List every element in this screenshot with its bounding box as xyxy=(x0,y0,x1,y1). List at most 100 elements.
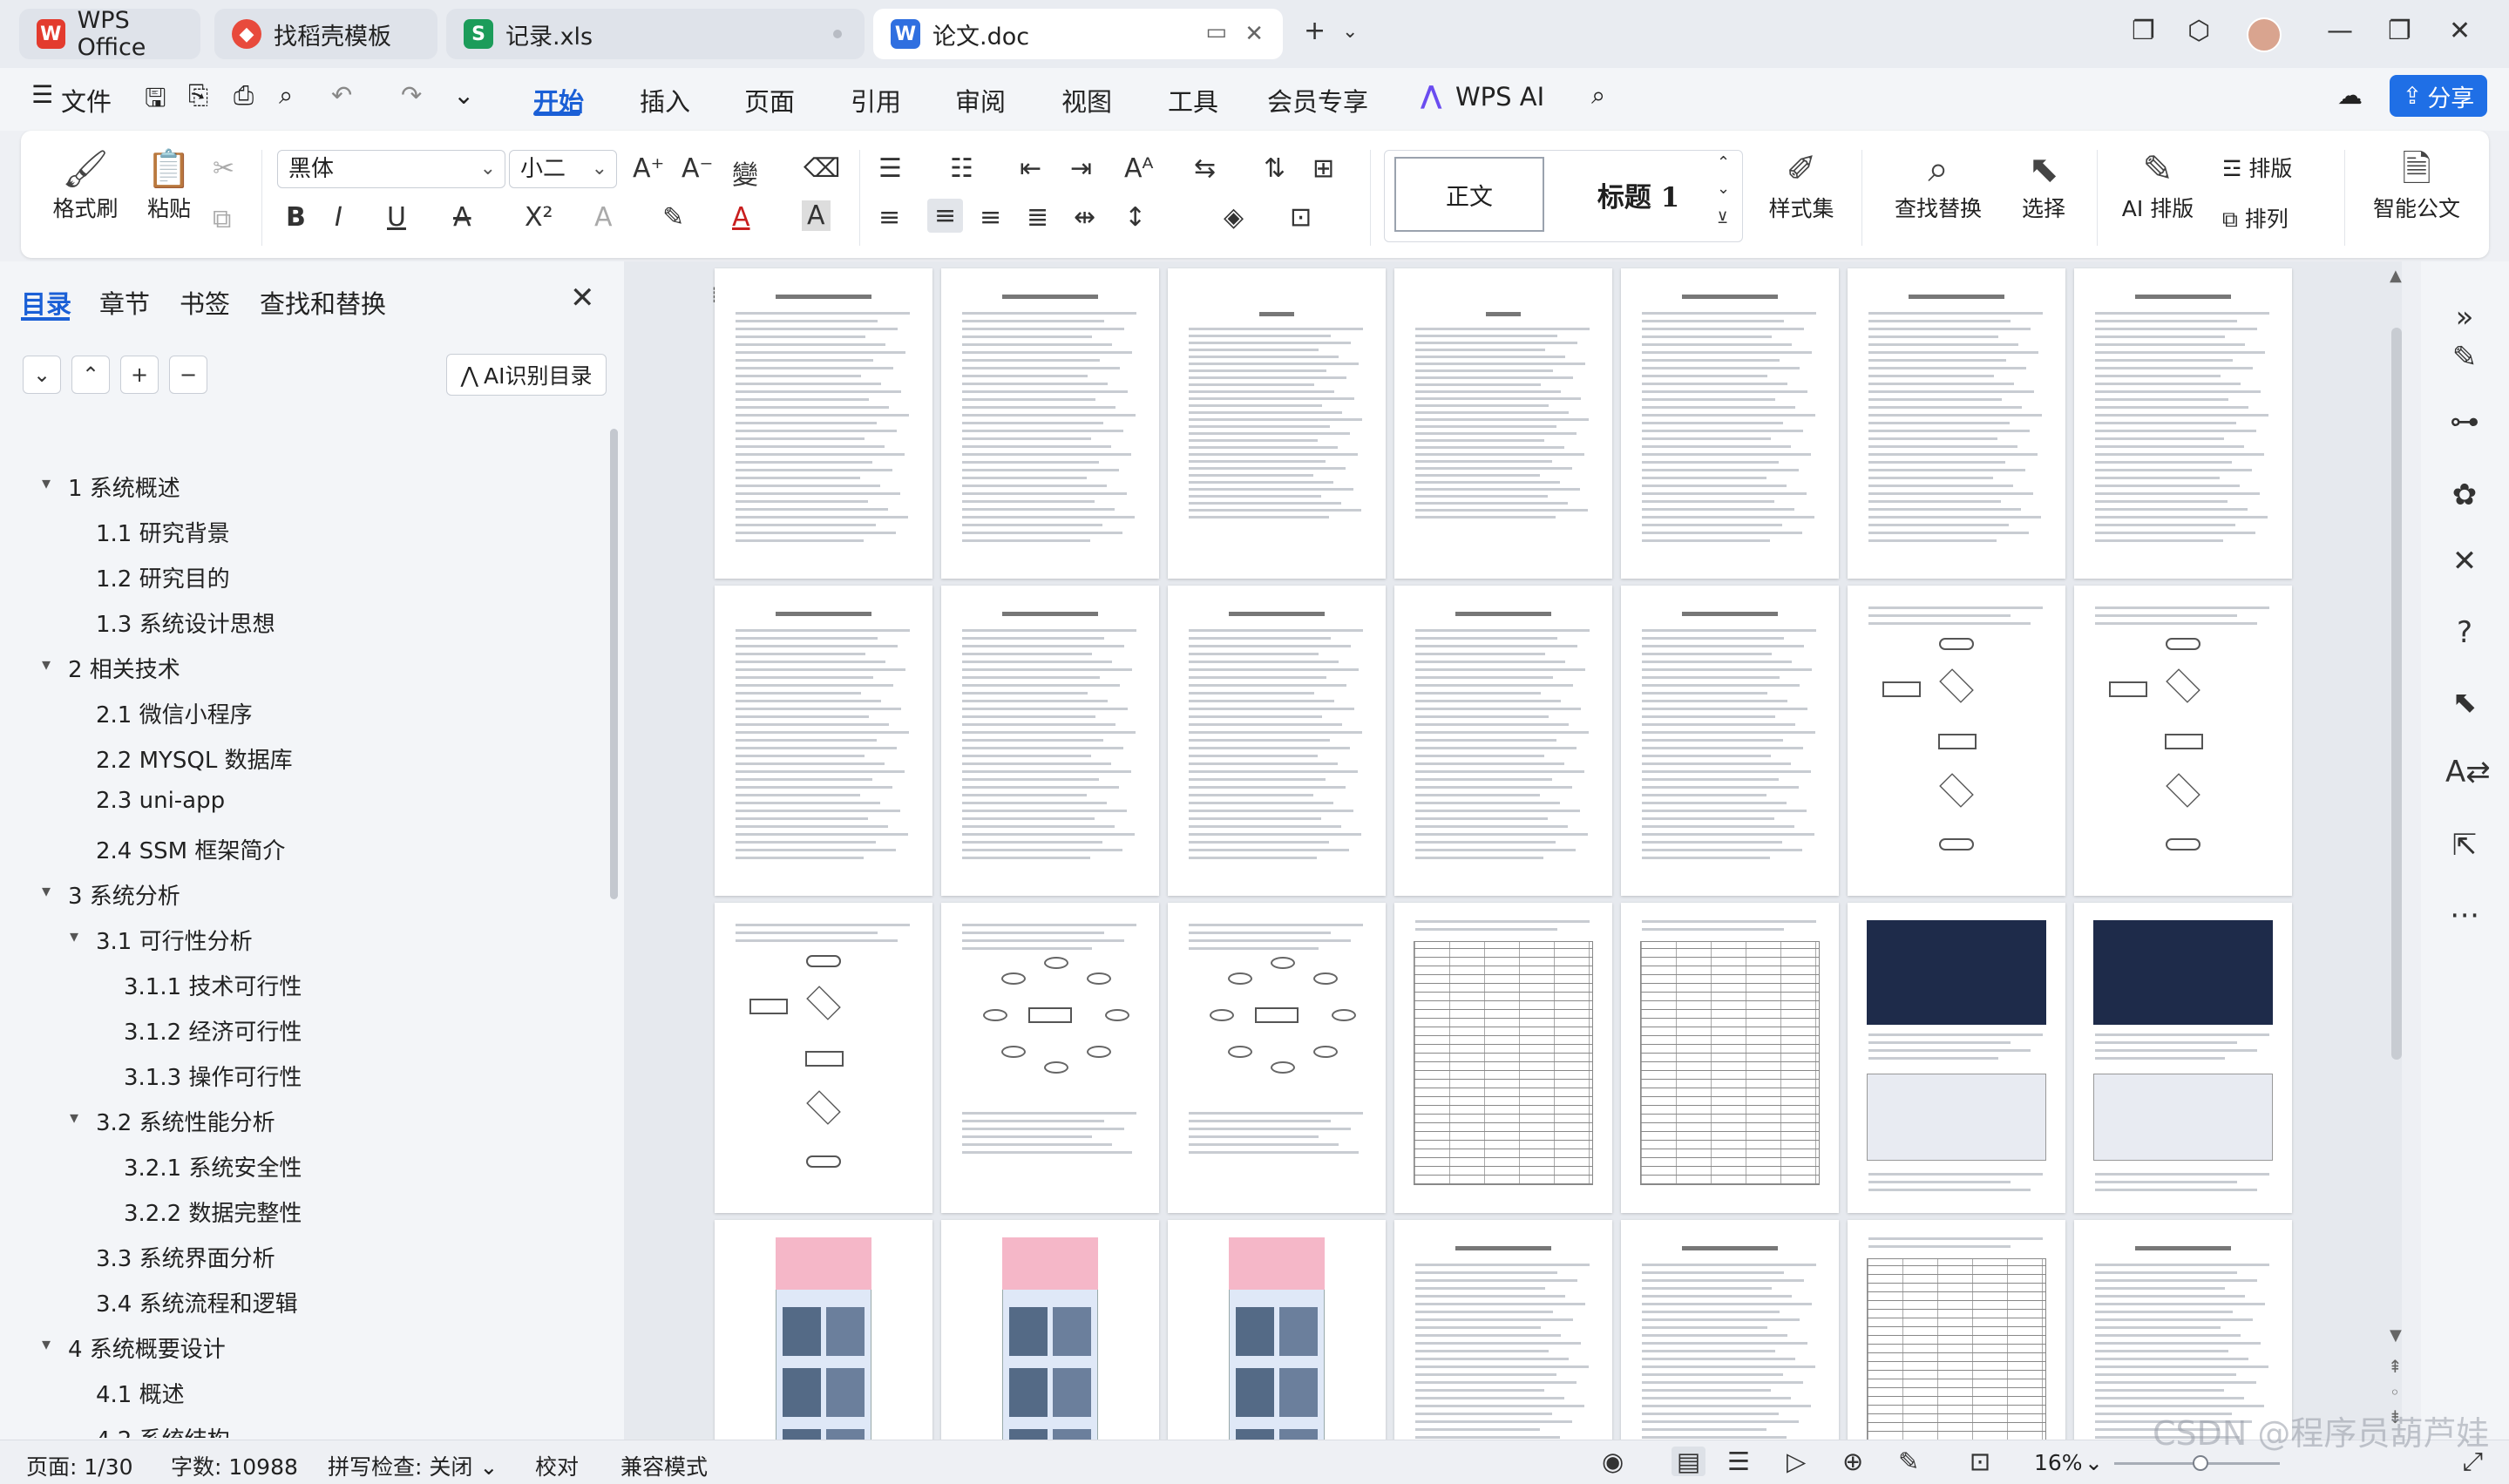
select-button[interactable]: ⬉ 选择 xyxy=(2004,146,2083,223)
page-thumbnail[interactable] xyxy=(1168,268,1386,579)
shrink-font-icon[interactable]: A⁻ xyxy=(681,153,713,184)
borders-icon[interactable]: ⊡ xyxy=(1290,202,1312,233)
toc-item[interactable]: 3.2.1 系统安全性 xyxy=(124,1150,302,1182)
text-direction-icon[interactable]: ⇆ xyxy=(1194,153,1216,184)
toc-item[interactable]: 2.4 SSM 框架简介 xyxy=(96,833,285,865)
page-thumbnail[interactable] xyxy=(715,903,932,1213)
chevron-down-icon[interactable]: ⌄ xyxy=(2085,1450,2103,1475)
close-pane-icon[interactable]: ✕ xyxy=(570,281,595,315)
ai-assistant-icon[interactable]: ✿ xyxy=(2445,478,2484,512)
nav-scrollbar[interactable] xyxy=(610,429,618,899)
menu-page[interactable]: 页面 xyxy=(744,82,795,119)
proofread-button[interactable]: 校对 xyxy=(535,1450,579,1481)
page-thumbnail[interactable] xyxy=(715,268,932,579)
page-thumbnail[interactable] xyxy=(2074,586,2292,896)
add-heading-button[interactable]: + xyxy=(120,356,159,394)
fit-page-icon[interactable]: ⊡ xyxy=(1970,1447,1990,1476)
gallery-up-icon[interactable]: ⌃ xyxy=(1717,153,1730,172)
toc-item[interactable]: 2.2 MYSQL 数据库 xyxy=(96,742,293,775)
print-preview-icon[interactable]: ⌕ xyxy=(279,80,293,111)
close-window-icon[interactable]: ✕ xyxy=(2449,16,2471,46)
page-thumbnail[interactable] xyxy=(1621,903,1839,1213)
collapse-all-button[interactable]: ⌄ xyxy=(23,356,61,394)
cube-icon[interactable]: ⬡ xyxy=(2187,16,2210,46)
sort-icon[interactable]: ⇅ xyxy=(1264,153,1285,184)
word-count[interactable]: 字数: 10988 xyxy=(171,1450,298,1481)
justify-icon[interactable]: ≣ xyxy=(1027,202,1048,233)
page-thumbnail[interactable] xyxy=(941,268,1159,579)
redo-icon[interactable]: ↷ xyxy=(401,80,422,110)
expand-caret-icon[interactable]: ▾ xyxy=(42,880,51,901)
tab-list-chevron-icon[interactable]: ⌄ xyxy=(1342,21,1358,43)
smart-doc-button[interactable]: 🗎 智能公文 xyxy=(2362,146,2472,223)
zoom-level[interactable]: 16% xyxy=(2034,1450,2083,1475)
zoom-slider-knob[interactable] xyxy=(2193,1455,2208,1471)
superscript-icon[interactable]: X² xyxy=(525,202,553,233)
toc-item[interactable]: 4.1 概述 xyxy=(96,1377,185,1409)
maximize-icon[interactable]: ❐ xyxy=(2388,16,2411,46)
page-thumbnail[interactable] xyxy=(1394,586,1612,896)
page-thumbnail[interactable] xyxy=(1168,586,1386,896)
bullet-list-icon[interactable]: ☰ xyxy=(878,153,902,184)
page-thumbnail[interactable] xyxy=(1394,268,1612,579)
avatar[interactable] xyxy=(2247,17,2282,52)
toc-item[interactable]: 3.4 系统流程和逻辑 xyxy=(96,1286,298,1318)
cloud-upload-icon[interactable]: ☁ xyxy=(2337,80,2363,110)
share-sidebar-icon[interactable]: ⇱ xyxy=(2445,828,2484,863)
highlight-icon[interactable]: ✎ xyxy=(662,202,684,233)
web-layout-icon[interactable]: ⊕ xyxy=(1842,1447,1863,1476)
menu-member[interactable]: 会员专享 xyxy=(1267,82,1368,119)
export-icon[interactable]: ⎘ xyxy=(188,80,208,111)
shading-icon[interactable]: ◈ xyxy=(1224,202,1244,233)
page-thumbnail[interactable] xyxy=(941,586,1159,896)
page-thumbnail[interactable] xyxy=(1168,903,1386,1213)
find-replace-button[interactable]: ⌕ 查找替换 xyxy=(1875,146,2001,223)
toc-item[interactable]: 4.2 系统结构 xyxy=(96,1422,230,1438)
spell-check-toggle[interactable]: 拼写检查: 关闭 ⌄ xyxy=(328,1450,498,1481)
toc-item[interactable]: 1.1 研究背景 xyxy=(96,516,230,548)
tools-icon[interactable]: ✕ xyxy=(2445,544,2484,579)
page-thumbnail[interactable] xyxy=(1621,586,1839,896)
page-thumbnail[interactable] xyxy=(1848,903,2065,1213)
italic-icon[interactable]: I xyxy=(335,202,342,233)
increase-indent-icon[interactable]: ⇥ xyxy=(1070,153,1092,184)
edit-icon[interactable]: ✎ xyxy=(2445,340,2484,375)
align-left-icon[interactable]: ≡ xyxy=(878,202,900,233)
menu-view[interactable]: 视图 xyxy=(1061,82,1112,119)
expand-caret-icon[interactable]: ▾ xyxy=(42,472,51,493)
more-chevron-icon[interactable]: ⌄ xyxy=(453,80,474,110)
page-thumbnail[interactable] xyxy=(2074,268,2292,579)
help-icon[interactable]: ? xyxy=(2445,615,2484,650)
menu-review[interactable]: 审阅 xyxy=(955,82,1006,119)
toc-item[interactable]: ▾ 4 系统概要设计 xyxy=(42,1332,226,1364)
tab-docer-templates[interactable]: ◆ 找稻壳模板 xyxy=(214,9,437,59)
align-right-icon[interactable]: ≡ xyxy=(980,202,1001,233)
arrange-button[interactable]: ⧉ 排列 xyxy=(2222,202,2327,234)
tab-records-xls[interactable]: S 记录.xls xyxy=(446,9,865,59)
page-thumbnail[interactable] xyxy=(1848,268,2065,579)
nav-tab-bookmarks[interactable]: 书签 xyxy=(180,284,230,321)
pointer-icon[interactable]: ⬉ xyxy=(2445,685,2484,720)
eye-protection-icon[interactable]: ◉ xyxy=(1602,1447,1624,1476)
menu-wps-ai[interactable]: WPS AI xyxy=(1455,82,1544,112)
nav-tab-find-replace[interactable]: 查找和替换 xyxy=(260,284,386,321)
toc-item[interactable]: 3.3 系统界面分析 xyxy=(96,1241,275,1273)
style-set-button[interactable]: ✐ 样式集 xyxy=(1753,146,1849,223)
grow-font-icon[interactable]: A⁺ xyxy=(633,153,664,184)
select-browse-object-icon[interactable]: ◦ xyxy=(2390,1382,2400,1403)
page-thumbnail[interactable] xyxy=(1394,903,1612,1213)
outline-view-icon[interactable]: ☰ xyxy=(1727,1447,1750,1476)
phonetic-guide-icon[interactable]: 變 xyxy=(732,153,758,192)
page-thumbnail[interactable] xyxy=(941,903,1159,1213)
nav-tab-chapters[interactable]: 章节 xyxy=(99,284,150,321)
format-painter-button[interactable]: 🖌 格式刷 xyxy=(49,146,122,223)
toc-item[interactable]: ▾ 3.2 系统性能分析 xyxy=(70,1105,275,1137)
font-family-select[interactable]: 黑体 ⌄ xyxy=(277,150,505,188)
nav-tab-toc[interactable]: 目录 xyxy=(21,284,71,321)
show-marks-icon[interactable]: ⊞ xyxy=(1312,153,1334,184)
menu-file[interactable]: 文件 xyxy=(61,82,112,119)
paste-button[interactable]: 📋 粘贴 xyxy=(132,146,206,223)
adjust-sliders-icon[interactable]: ⊶ xyxy=(2445,404,2484,439)
page-thumbnail[interactable] xyxy=(715,586,932,896)
toc-item[interactable]: 1.2 研究目的 xyxy=(96,561,230,593)
